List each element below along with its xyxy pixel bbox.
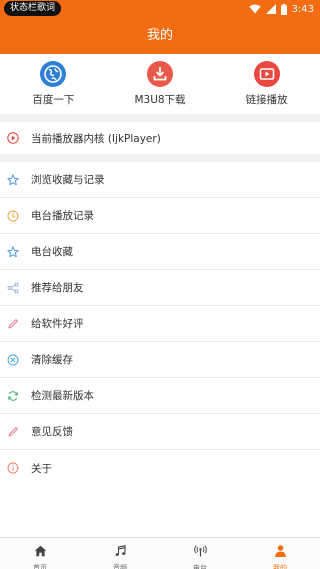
tab-mine[interactable]: 我的: [240, 538, 320, 569]
person-icon: [274, 542, 287, 561]
status-icons: 3:43: [248, 2, 314, 16]
menu-item-label: 推荐给朋友: [31, 282, 84, 294]
menu-item-check-update[interactable]: 检测最新版本: [0, 378, 320, 414]
page-title: 我的: [146, 28, 173, 43]
menu-item-label: 给软件好评: [31, 318, 84, 330]
tab-home[interactable]: 首页: [0, 538, 80, 569]
menu-item-about[interactable]: 关于: [0, 450, 320, 486]
battery-icon: [280, 3, 287, 15]
menu-item-radio-history[interactable]: 电台播放记录: [0, 198, 320, 234]
wifi-icon: [248, 4, 261, 14]
play-circle-icon: [7, 132, 19, 144]
menu-item-feedback[interactable]: 意见反馈: [0, 414, 320, 450]
menu-item-radio-favorites[interactable]: 电台收藏: [0, 234, 320, 270]
menu-item-label: 浏览收藏与记录: [31, 174, 105, 186]
quick-action-label: 链接播放: [245, 94, 288, 106]
menu-item-label: 检测最新版本: [31, 390, 94, 402]
empty-area: [0, 487, 320, 537]
refresh-icon: [7, 390, 19, 402]
status-time: 3:43: [291, 3, 314, 15]
quick-action-label: 百度一下: [32, 94, 75, 106]
tab-label: 电台: [193, 564, 207, 569]
menu-item-browse-favorites[interactable]: 浏览收藏与记录: [0, 162, 320, 198]
star-icon: [7, 245, 19, 258]
status-bar-lyric-toggle[interactable]: 状态栏歌词: [4, 1, 62, 16]
quick-action-link-play[interactable]: 链接播放: [213, 54, 320, 114]
bottom-tab-bar: 首页 音频 电台 我的: [0, 537, 320, 569]
quick-action-m3u8-download[interactable]: M3U8下载: [107, 54, 214, 114]
play-video-icon: [253, 61, 280, 87]
menu-item-label: 意见反馈: [31, 426, 73, 438]
music-note-icon: [114, 542, 127, 561]
menu-item-clear-cache[interactable]: 清除缓存: [0, 342, 320, 378]
settings-menu: 浏览收藏与记录 电台播放记录 电台收藏 推荐给朋友 给软件好评 清除缓存 检测最…: [0, 162, 320, 487]
pencil-icon: [7, 318, 19, 330]
info-icon: [7, 462, 19, 474]
clear-icon: [7, 354, 19, 366]
globe-icon: [40, 61, 67, 87]
star-icon: [7, 173, 19, 186]
menu-item-share[interactable]: 推荐给朋友: [0, 270, 320, 306]
menu-item-rate-app[interactable]: 给软件好评: [0, 306, 320, 342]
quick-action-baidu[interactable]: 百度一下: [0, 54, 107, 114]
menu-item-label: 关于: [31, 462, 52, 475]
clock-icon: [7, 210, 19, 222]
menu-item-label: 电台播放记录: [31, 210, 94, 222]
signal-icon: [265, 4, 276, 14]
menu-item-label: 电台收藏: [31, 246, 73, 258]
tab-radio[interactable]: 电台: [160, 538, 240, 569]
tab-audio[interactable]: 音频: [80, 538, 160, 569]
share-icon: [7, 282, 19, 294]
quick-actions: 百度一下 M3U8下载 链接播放: [0, 54, 320, 114]
tab-label: 首页: [33, 564, 47, 569]
status-bar: 状态栏歌词 3:43: [0, 0, 320, 18]
player-kernel-label: 当前播放器内核 (IjkPlayer): [31, 132, 161, 145]
home-icon: [34, 542, 47, 561]
menu-item-label: 清除缓存: [31, 354, 73, 366]
pencil-icon: [7, 426, 19, 438]
radio-icon: [193, 542, 207, 561]
app-bar: 我的: [0, 18, 320, 54]
quick-action-label: M3U8下载: [134, 94, 186, 106]
tab-label: 音频: [113, 564, 127, 569]
tab-label: 我的: [273, 564, 287, 569]
player-kernel-row[interactable]: 当前播放器内核 (IjkPlayer): [0, 122, 320, 154]
download-icon: [147, 61, 173, 87]
